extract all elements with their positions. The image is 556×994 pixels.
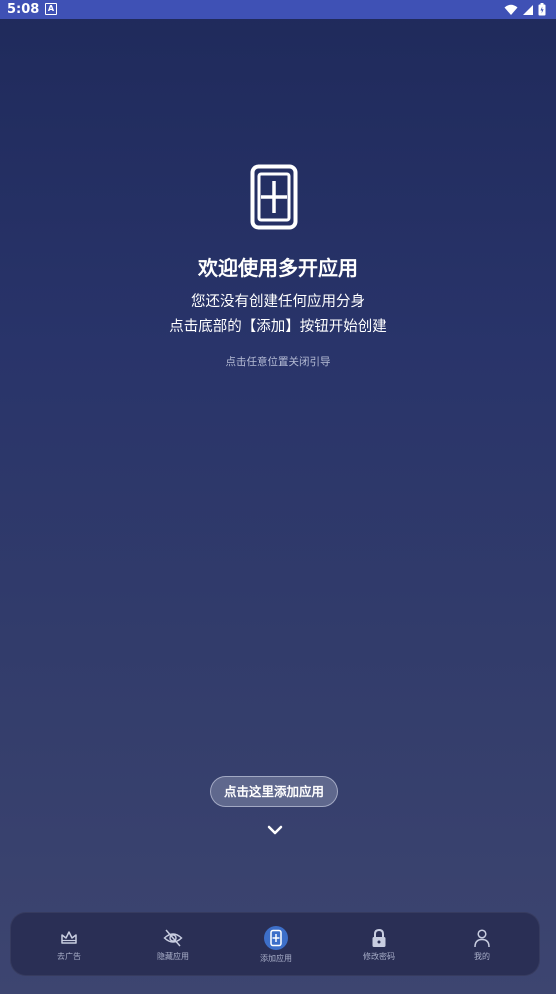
- nav-item-change-password[interactable]: 修改密码: [326, 913, 432, 977]
- add-app-tooltip[interactable]: 点击这里添加应用: [210, 776, 338, 807]
- close-guide-hint[interactable]: 点击任意位置关闭引导: [0, 355, 556, 369]
- chevron-down-icon: [267, 825, 283, 835]
- bottom-nav: 去广告 隐藏应用 添加应用 修改密码 我的: [10, 912, 540, 976]
- welcome-title: 欢迎使用多开应用: [198, 256, 358, 280]
- person-icon: [474, 929, 490, 948]
- accessibility-badge-icon: A: [45, 3, 57, 15]
- nav-item-profile[interactable]: 我的: [429, 913, 535, 977]
- signal-icon: [523, 4, 533, 15]
- add-app-icon: [250, 164, 298, 230]
- crown-icon: [61, 931, 77, 944]
- nav-item-remove-ads[interactable]: 去广告: [16, 913, 122, 977]
- battery-icon: [538, 3, 546, 16]
- status-time: 5:08: [7, 2, 40, 17]
- nav-label: 修改密码: [363, 952, 395, 961]
- nav-label: 去广告: [57, 952, 81, 961]
- nav-label: 添加应用: [260, 954, 292, 963]
- welcome-message-line1: 您还没有创建任何应用分身: [191, 294, 365, 310]
- welcome-message-line2: 点击底部的【添加】按钮开始创建: [169, 319, 387, 335]
- nav-item-add-app[interactable]: 添加应用: [223, 913, 329, 977]
- wifi-icon: [504, 4, 518, 15]
- nav-label: 隐藏应用: [157, 952, 189, 961]
- eye-off-icon: [163, 929, 183, 947]
- add-app-icon: [270, 929, 282, 947]
- nav-item-hide-apps[interactable]: 隐藏应用: [120, 913, 226, 977]
- status-icons: [504, 2, 546, 17]
- status-bar: 5:08 A: [0, 0, 556, 19]
- lock-icon: [372, 928, 386, 947]
- nav-label: 我的: [474, 952, 490, 961]
